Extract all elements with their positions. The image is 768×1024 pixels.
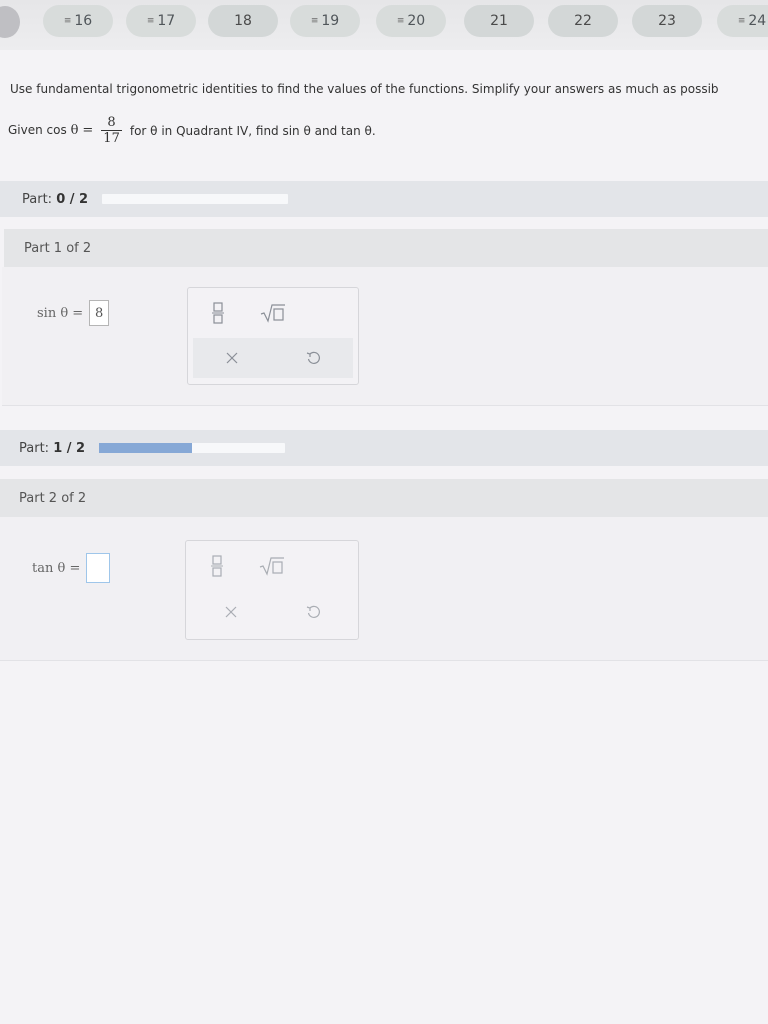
fraction-button-2[interactable] [202,553,232,579]
part2-equation: tan θ = [32,553,111,583]
fraction-numerator: 8 [107,115,116,130]
undo-icon [306,605,320,618]
part-progress-bar-2: Part: 1 / 2 [0,430,768,466]
fraction-icon [212,302,224,324]
instruction-text: Use fundamental trigonometric identities… [10,82,719,96]
clear-button-2[interactable] [216,599,246,625]
sin-label: sin θ = [37,305,84,321]
sqrt-icon [260,304,285,323]
part2-header-label: Part 2 of 2 [19,490,87,506]
answered-flag-icon: ≡ [310,16,318,26]
fraction-icon [211,555,223,577]
question-button-17[interactable]: ≡ 17 [126,5,196,37]
question-number: 16 [74,13,93,29]
question-button-20[interactable]: ≡ 20 [376,5,446,37]
undo-button-2[interactable] [298,599,328,625]
nav-prev-button[interactable] [0,6,20,38]
close-icon [226,352,238,364]
equals-sign: = [82,123,94,138]
question-number: 17 [157,13,176,29]
answered-flag-icon: ≡ [63,16,71,26]
question-number: 24 [748,13,767,29]
question-button-19[interactable]: ≡ 19 [290,5,360,37]
progress-track-2 [99,443,286,453]
answered-flag-icon: ≡ [396,16,404,26]
part2-header: Part 2 of 2 [0,479,768,517]
close-icon [225,606,237,618]
progress-track [102,194,289,204]
question-button-16[interactable]: ≡ 16 [43,5,113,37]
progress-fill-2 [99,443,193,453]
tan-answer-input[interactable] [86,553,111,583]
part1-math-palette [187,287,359,385]
part-progress-bar: Part: 0 / 2 [0,181,768,217]
fraction-denominator: 17 [101,130,122,146]
undo-icon [306,351,320,364]
part1-header: Part 1 of 2 [4,229,768,267]
question-number: 19 [321,13,340,29]
sqrt-icon [259,557,284,576]
answered-flag-icon: ≡ [737,16,745,26]
fraction-button[interactable] [203,300,233,326]
part2-body [0,517,768,661]
part2-math-palette [185,540,359,640]
part1-body [2,267,768,406]
sqrt-button[interactable] [258,300,288,326]
part-progress-label-2: Part: 1 / 2 [19,440,86,456]
part1-header-label: Part 1 of 2 [24,240,92,256]
question-number: 18 [234,13,252,29]
given-statement: Given cos θ = 8 17 for θ in Quadrant IV,… [8,115,376,146]
question-button-23[interactable]: 23 [632,5,702,37]
part1-equation: sin θ = 8 [37,300,110,326]
question-number: 21 [490,13,508,29]
answered-flag-icon: ≡ [146,16,154,26]
question-button-21[interactable]: 21 [464,5,534,37]
question-button-18[interactable]: 18 [208,5,278,37]
question-number: 20 [407,13,426,29]
question-button-24[interactable]: ≡ 24 [717,5,768,37]
undo-button[interactable] [298,345,328,371]
sin-answer-input[interactable]: 8 [89,300,110,326]
cos-fraction: 8 17 [101,115,122,146]
given-suffix: for θ in Quadrant IV, find sin θ and tan… [129,123,376,138]
sqrt-button-2[interactable] [257,553,287,579]
question-number: 23 [658,13,676,29]
question-number: 22 [574,13,592,29]
given-prefix: Given cos θ [8,123,79,138]
question-button-22[interactable]: 22 [548,5,618,37]
part-progress-label: Part: 0 / 2 [22,191,89,207]
clear-button[interactable] [217,345,247,371]
tan-label: tan θ = [32,560,81,576]
question-nav: ≡ 16 ≡ 17 18 ≡ 19 ≡ 20 21 22 23 ≡ 24 [0,0,768,50]
